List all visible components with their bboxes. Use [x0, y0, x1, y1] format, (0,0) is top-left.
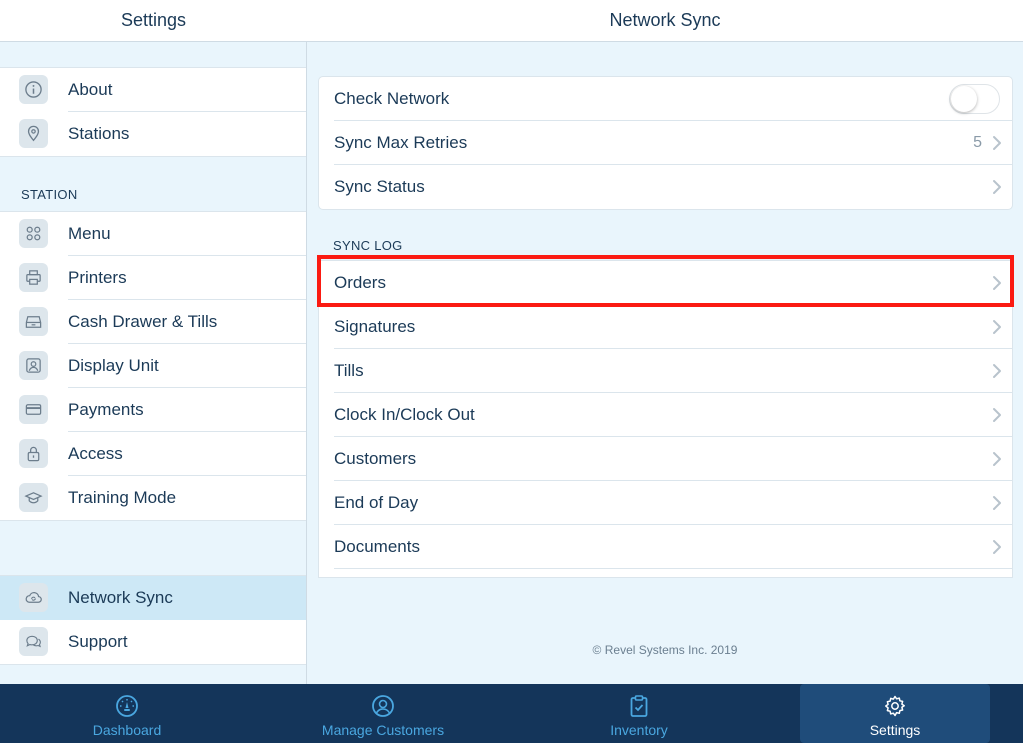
sync-log-item-end-of-day[interactable]: End of Day	[319, 481, 1012, 525]
sidebar-item-stations[interactable]: Stations	[0, 112, 306, 156]
tab-label: Dashboard	[92, 722, 162, 738]
chevron-right-icon	[993, 408, 1001, 422]
tab-dashboard[interactable]: Dashboard	[32, 684, 222, 743]
sidebar-item-cash-drawer[interactable]: Cash Drawer & Tills	[0, 300, 306, 344]
sync-log-item-documents[interactable]: Documents	[319, 525, 1012, 569]
info-icon	[19, 75, 48, 104]
settings-sidebar: About Stations STATION Menu Printers Cas…	[0, 42, 307, 684]
row-sync-max-retries[interactable]: Sync Max Retries 5	[319, 121, 1012, 165]
chevron-right-icon	[993, 320, 1001, 334]
bottom-tab-bar: Dashboard Manage Customers Inventory Set…	[0, 684, 1023, 743]
sync-log-item-signatures[interactable]: Signatures	[319, 305, 1012, 349]
tab-label: Settings	[869, 722, 921, 738]
tab-settings[interactable]: Settings	[800, 684, 990, 743]
network-sync-panel: Check Network Sync Max Retries 5 Sync St…	[307, 42, 1023, 684]
row-label: Customers	[334, 449, 417, 468]
printer-icon	[19, 263, 48, 292]
chevron-right-icon	[993, 364, 1001, 378]
row-label: Tills	[334, 361, 364, 380]
sidebar-item-label: Access	[68, 444, 123, 463]
sidebar-item-label: Payments	[68, 400, 144, 419]
tab-manage-customers[interactable]: Manage Customers	[288, 684, 478, 743]
sidebar-item-label: Support	[68, 632, 128, 651]
row-label: Sync Status	[334, 177, 425, 196]
sidebar-item-access[interactable]: Access	[0, 432, 306, 476]
sidebar-group-station: Menu Printers Cash Drawer & Tills Displa…	[0, 211, 306, 521]
graduation-cap-icon	[19, 483, 48, 512]
sidebar-item-support[interactable]: Support	[0, 620, 306, 664]
chevron-right-icon	[993, 496, 1001, 510]
sync-log-item-customers[interactable]: Customers	[319, 437, 1012, 481]
row-value: 5	[973, 134, 982, 151]
lock-icon	[19, 439, 48, 468]
toggle-knob	[951, 86, 977, 112]
chevron-right-icon	[993, 180, 1001, 194]
tab-label: Manage Customers	[321, 722, 445, 738]
sync-log-item-orders[interactable]: Orders	[319, 261, 1012, 305]
chat-bubbles-icon	[19, 627, 48, 656]
gear-icon	[885, 695, 905, 717]
content-header: Network Sync	[307, 0, 1023, 42]
sidebar-item-menu[interactable]: Menu	[0, 212, 306, 256]
tab-label: Inventory	[610, 722, 668, 738]
copyright-footer: © Revel Systems Inc. 2019	[592, 643, 738, 657]
sidebar-item-payments[interactable]: Payments	[0, 388, 306, 432]
cash-drawer-icon	[19, 307, 48, 336]
sidebar-item-label: Cash Drawer & Tills	[68, 312, 218, 331]
sync-log-card: Orders Signatures Tills Clock In/Clock O…	[318, 260, 1013, 578]
row-label: Orders	[334, 273, 386, 292]
row-sync-status[interactable]: Sync Status	[319, 165, 1012, 209]
section-label-sync-log: SYNC LOG	[333, 238, 403, 253]
chevron-right-icon	[993, 276, 1001, 290]
location-pin-icon	[19, 119, 48, 148]
sidebar-item-label: About	[68, 80, 113, 99]
chevron-right-icon	[993, 136, 1001, 150]
sidebar-item-training-mode[interactable]: Training Mode	[0, 476, 306, 520]
sidebar-header: Settings	[0, 0, 307, 42]
sync-log-item-tills[interactable]: Tills	[319, 349, 1012, 393]
sidebar-item-about[interactable]: About	[0, 68, 306, 112]
section-label-station: STATION	[21, 187, 78, 202]
sidebar-item-label: Display Unit	[68, 356, 159, 375]
sidebar-item-label: Training Mode	[68, 488, 177, 507]
card-icon	[19, 395, 48, 424]
row-check-network[interactable]: Check Network	[319, 77, 1012, 121]
chevron-right-icon	[993, 540, 1001, 554]
sidebar-title: Settings	[120, 10, 187, 30]
sidebar-item-label: Printers	[68, 268, 127, 287]
dashboard-gauge-icon	[116, 695, 138, 717]
display-unit-icon	[19, 351, 48, 380]
sidebar-item-label: Menu	[68, 224, 111, 243]
sidebar-item-label: Network Sync	[68, 588, 173, 607]
sidebar-item-display-unit[interactable]: Display Unit	[0, 344, 306, 388]
check-network-toggle[interactable]	[949, 84, 1000, 114]
row-label: Signatures	[334, 317, 416, 336]
chevron-right-icon	[993, 452, 1001, 466]
sidebar-item-label: Stations	[68, 124, 130, 143]
row-label: Clock In/Clock Out	[334, 405, 475, 424]
divider	[334, 568, 1012, 569]
sidebar-item-printers[interactable]: Printers	[0, 256, 306, 300]
row-label: Check Network	[334, 89, 450, 108]
sidebar-group-sync: Network Sync Support	[0, 575, 306, 665]
cloud-sync-icon	[19, 583, 48, 612]
page-title: Network Sync	[609, 10, 721, 30]
clipboard-check-icon	[630, 695, 648, 717]
tab-inventory[interactable]: Inventory	[544, 684, 734, 743]
grid-icon	[19, 219, 48, 248]
row-label: Documents	[334, 537, 420, 556]
sync-settings-card: Check Network Sync Max Retries 5 Sync St…	[318, 76, 1013, 210]
sidebar-item-network-sync[interactable]: Network Sync	[0, 576, 306, 620]
sync-log-item-clock-in-out[interactable]: Clock In/Clock Out	[319, 393, 1012, 437]
sidebar-group-general: About Stations	[0, 67, 306, 157]
user-circle-icon	[372, 695, 394, 717]
row-label: End of Day	[334, 493, 419, 512]
row-label: Sync Max Retries	[334, 133, 468, 152]
